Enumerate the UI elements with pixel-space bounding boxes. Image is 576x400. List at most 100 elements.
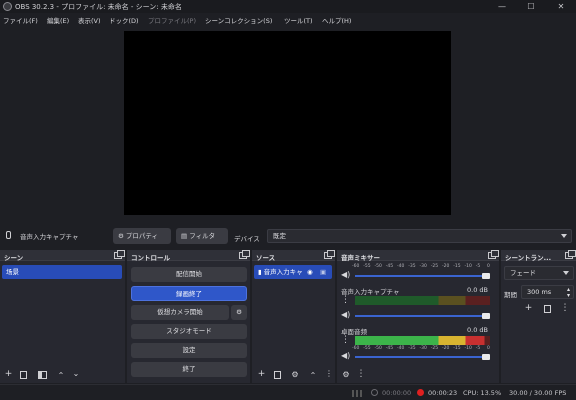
meter-scale: -60 -55 -50 -45 -40 -35 -30 -25 -20 -15 -10 -5 0 xyxy=(352,346,490,354)
menu-docks[interactable]: ドック(D) xyxy=(109,15,139,25)
menu-view[interactable]: 表示(V) xyxy=(78,15,101,25)
meter-scale-tick: -30 xyxy=(419,346,427,351)
sources-dock: ソース ▮ 音声入力キャ ◉ ▣ + ⚙ ⌃ ⋮ xyxy=(252,250,335,383)
transitions-dock-header: シーントラン... xyxy=(501,250,576,262)
menu-edit[interactable]: 編集(E) xyxy=(47,15,69,25)
remove-source-icon[interactable] xyxy=(274,371,281,379)
filter-icon: ▤ xyxy=(181,232,190,240)
virtual-camera-settings-icon[interactable]: ⚙ xyxy=(231,305,247,320)
advanced-audio-gear-icon[interactable]: ⚙ xyxy=(340,368,352,381)
device-label: デバイス xyxy=(234,235,260,243)
undock-icon[interactable] xyxy=(239,250,250,259)
meter-scale-tick: -60 xyxy=(352,264,360,269)
move-up-icon[interactable]: ⌃ xyxy=(307,369,319,382)
meter-scale-tick: -5 xyxy=(475,346,481,351)
transitions-title: シーントラン... xyxy=(505,254,552,262)
start-streaming-button[interactable]: 配信開始 xyxy=(131,267,247,282)
menu-file[interactable]: ファイル(F) xyxy=(3,15,38,25)
meter-scale-tick: -35 xyxy=(408,264,416,269)
settings-button[interactable]: 設定 xyxy=(131,343,247,358)
duration-label: 期間 xyxy=(504,291,517,299)
scenes-dock: シーン 场景 + ⌃ ⌄ xyxy=(0,250,125,383)
volume-knob[interactable] xyxy=(482,313,490,319)
record-indicator-icon xyxy=(417,389,424,396)
chevron-down-icon xyxy=(561,234,567,238)
device-dropdown[interactable]: 既定 xyxy=(267,229,572,243)
minimize-button[interactable]: — xyxy=(487,0,517,13)
more-options-icon[interactable]: ⋮ xyxy=(341,295,350,305)
transition-type-dropdown[interactable]: フェード xyxy=(504,266,574,280)
preview-canvas[interactable] xyxy=(124,31,451,215)
volume-slider[interactable] xyxy=(355,354,490,360)
meter-scale-tick: -45 xyxy=(385,346,394,351)
sources-dock-header: ソース xyxy=(252,250,335,262)
menu-profile[interactable]: プロファイル(P) xyxy=(148,15,196,25)
meter-scale-tick: -5 xyxy=(475,264,481,269)
source-item[interactable]: ▮ 音声入力キャ ◉ ▣ xyxy=(254,265,332,279)
start-virtual-camera-button[interactable]: 仮想カメラ開始 xyxy=(131,305,229,320)
menu-help[interactable]: ヘルプ(H) xyxy=(322,15,351,25)
lock-icon[interactable]: ▣ xyxy=(320,265,326,279)
network-signal-icon xyxy=(352,390,362,397)
undock-icon[interactable] xyxy=(565,250,576,259)
stop-recording-button[interactable]: 録画終了 xyxy=(131,286,247,301)
microphone-icon xyxy=(6,231,11,239)
spin-arrows-icon[interactable]: ▴ ▾ xyxy=(567,287,570,299)
undock-icon[interactable] xyxy=(488,250,499,259)
speaker-icon[interactable]: ◀) xyxy=(341,351,350,360)
properties-button[interactable]: ⚙ プロパティ xyxy=(113,228,171,244)
remove-scene-icon[interactable] xyxy=(20,371,27,379)
volume-knob[interactable] xyxy=(482,354,490,360)
remove-transition-icon[interactable] xyxy=(544,305,551,313)
filters-label: フィルタ xyxy=(189,232,216,240)
meter-scale-tick: -25 xyxy=(430,264,439,269)
more-options-icon[interactable]: ⋮ xyxy=(356,368,366,381)
meter-scale-tick: -50 xyxy=(374,346,382,351)
add-transition-icon[interactable]: + xyxy=(523,302,534,315)
more-options-icon[interactable]: ⋮ xyxy=(324,367,334,380)
add-scene-icon[interactable]: + xyxy=(3,368,14,381)
maximize-button[interactable]: ☐ xyxy=(516,0,546,13)
meter-scale-tick: -30 xyxy=(419,264,427,269)
close-button[interactable]: ✕ xyxy=(546,0,576,13)
meter-scale-tick: -60 xyxy=(352,346,360,351)
meter-scale-tick: 0 xyxy=(487,346,490,351)
audio-mixer-title: 音声ミキサー xyxy=(341,254,380,262)
add-source-icon[interactable]: + xyxy=(256,368,267,381)
eye-icon[interactable]: ◉ xyxy=(307,265,313,279)
meter-scale-tick: -10 xyxy=(464,264,472,269)
speaker-icon[interactable]: ◀) xyxy=(341,270,350,279)
more-options-icon[interactable]: ⋮ xyxy=(341,335,350,345)
menu-scene-collection[interactable]: シーンコレクション(S) xyxy=(205,15,272,25)
filters-button[interactable]: ▤ フィルタ xyxy=(176,228,228,244)
recording-time: 00:00:23 xyxy=(428,389,458,397)
obs-logo-icon xyxy=(3,2,12,11)
device-value: 既定 xyxy=(273,232,286,240)
audio-mixer-dock: 音声ミキサー -60 -55 -50 -45 -40 -35 -30 -25 -20 -15 -10… xyxy=(337,250,499,383)
undock-icon[interactable] xyxy=(324,250,335,259)
source-item-label: 音声入力キャ xyxy=(263,268,303,276)
more-options-icon[interactable]: ⋮ xyxy=(560,302,570,315)
studio-mode-button[interactable]: スタジオモード xyxy=(131,324,247,339)
undock-icon[interactable] xyxy=(114,250,125,259)
speaker-icon[interactable]: ◀) xyxy=(341,310,350,319)
meter-scale-tick: -20 xyxy=(442,264,450,269)
meter-scale-tick: 0 xyxy=(487,264,490,269)
menu-tools[interactable]: ツール(T) xyxy=(284,15,313,25)
scene-filters-icon[interactable] xyxy=(38,371,47,379)
move-down-icon[interactable]: ⌄ xyxy=(70,367,82,380)
meter-scale-tick: -40 xyxy=(397,346,405,351)
source-properties-gear-icon[interactable]: ⚙ xyxy=(289,368,301,381)
properties-label: プロパティ xyxy=(125,232,159,240)
volume-slider[interactable] xyxy=(355,313,490,319)
meter-scale-tick: -35 xyxy=(408,346,416,351)
volume-slider[interactable] xyxy=(355,273,490,279)
cpu-usage: CPU: 13.5% xyxy=(463,389,502,397)
duration-spinbox[interactable]: 300 ms ▴ ▾ xyxy=(521,285,574,299)
scene-item[interactable]: 场景 xyxy=(2,265,122,279)
sources-title: ソース xyxy=(256,254,276,262)
scene-transitions-dock: シーントラン... フェード 期間 300 ms ▴ ▾ + ⋮ xyxy=(501,250,576,383)
volume-knob[interactable] xyxy=(482,273,490,279)
exit-button[interactable]: 終了 xyxy=(131,362,247,377)
move-up-icon[interactable]: ⌃ xyxy=(55,369,67,382)
